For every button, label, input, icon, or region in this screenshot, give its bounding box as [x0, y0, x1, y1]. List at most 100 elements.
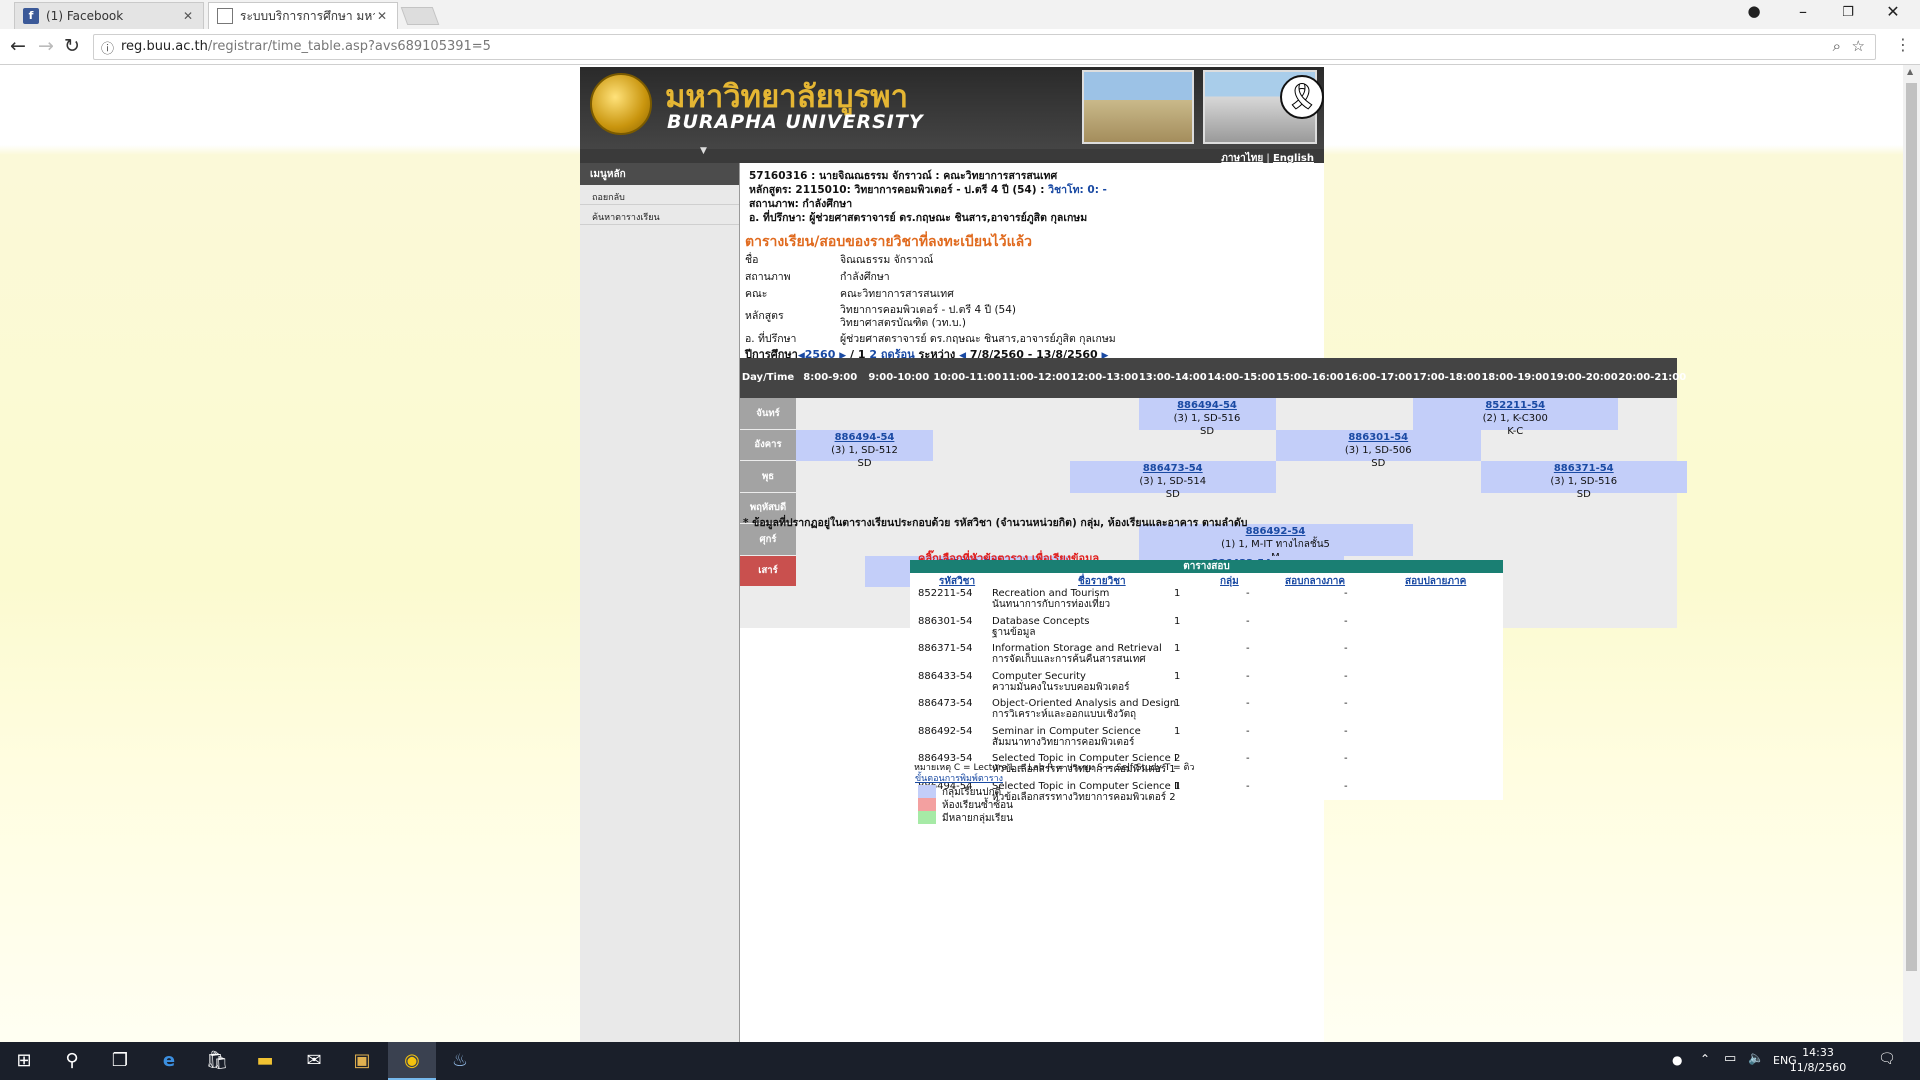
exam-course-code: 886301-54	[918, 615, 973, 627]
exam-final: -	[1344, 698, 1348, 709]
page-viewport: มหาวิทยาลัยบูรพา BURAPHA UNIVERSITY 🎗 ▼ …	[0, 65, 1903, 1042]
course-code-link[interactable]: 886473-54	[1070, 462, 1276, 475]
task-view-icon[interactable]: ❐	[96, 1042, 144, 1080]
volume-icon[interactable]: 🔈	[1748, 1051, 1764, 1066]
exam-midterm: -	[1246, 588, 1250, 599]
course-code-link[interactable]: 886371-54	[1481, 462, 1687, 475]
reload-icon[interactable]: ↻	[64, 35, 80, 57]
close-window-button[interactable]: ✕	[1873, 2, 1913, 21]
tab-title: (1) Facebook	[46, 9, 124, 23]
detail-value: คณะวิทยาการสารสนเทศ	[840, 288, 954, 300]
exam-group: 1	[1174, 643, 1181, 654]
windows-start-icon[interactable]: ⊞	[0, 1042, 48, 1080]
exam-course-name-th: การวิเคราะห์และออกแบบเชิงวัตถุ	[992, 709, 1137, 720]
class-section-room: (1) 1, M-IT ทางไกลชั้น5	[1221, 539, 1330, 550]
menu-item-back[interactable]: ถอยกลับ	[580, 185, 739, 205]
exam-group: 1	[1174, 615, 1181, 627]
exam-table-title: ตารางสอบ	[910, 560, 1503, 573]
menu-header: เมนูหลัก	[580, 163, 739, 185]
course-code-link[interactable]: 886494-54	[796, 431, 933, 444]
clock-time: 14:33	[1802, 1046, 1834, 1059]
info-icon[interactable]: ⓘ	[101, 38, 114, 57]
legend: หมายเหตุ C = Lecture L = Lab R = ประชุม …	[910, 760, 1210, 830]
minimize-button[interactable]: –	[1783, 2, 1823, 21]
exam-course-name-th: ความมั่นคงในระบบคอมพิวเตอร์	[992, 681, 1130, 693]
display-icon[interactable]: ▭	[1724, 1051, 1736, 1066]
time-slot-header: 17:00-18:00	[1412, 372, 1481, 383]
close-icon[interactable]: ✕	[181, 9, 195, 23]
time-slot-header: 9:00-10:00	[868, 372, 930, 383]
class-building: SD	[1371, 457, 1386, 469]
chrome-icon[interactable]: ◉	[388, 1042, 436, 1080]
class-building: SD	[1576, 489, 1591, 500]
banner-english-name: BURAPHA UNIVERSITY	[667, 111, 924, 133]
exam-final: -	[1344, 670, 1348, 682]
close-icon[interactable]: ✕	[375, 9, 389, 23]
zoom-icon[interactable]: ⌕	[1833, 37, 1841, 55]
exam-final: -	[1344, 588, 1348, 599]
store-icon[interactable]: 🛍	[193, 1042, 241, 1080]
exam-course-code: 886492-54	[918, 725, 973, 737]
tray-chevron-icon[interactable]: ⌃	[1700, 1052, 1710, 1066]
scroll-up-icon[interactable]: ▲	[1907, 67, 1913, 76]
network-icon[interactable]: ●	[1672, 1053, 1682, 1067]
bookmark-star-icon[interactable]: ☆	[1852, 37, 1865, 55]
dropdown-arrow-icon[interactable]: ▼	[700, 146, 707, 156]
legend-label: มีหลายกลุ่มเรียน	[942, 813, 1014, 824]
url-text[interactable]: reg.buu.ac.th/registrar/time_table.asp?a…	[121, 39, 491, 54]
tab-title: ระบบบริการการศึกษา มหาวิ	[240, 8, 375, 23]
main-menu: เมนูหลัก ถอยกลับ ค้นหาตารางเรียน	[580, 163, 740, 1042]
notification-icon[interactable]: 🗨	[1878, 1051, 1896, 1067]
legend-swatch	[918, 798, 936, 811]
menu-item-search-timetable[interactable]: ค้นหาตารางเรียน	[580, 205, 739, 225]
exam-course-name-th: ฐานข้อมูล	[992, 626, 1036, 638]
search-icon[interactable]: ⚲	[48, 1042, 96, 1080]
exam-midterm: -	[1246, 615, 1250, 627]
vertical-scrollbar[interactable]: ▲	[1903, 65, 1920, 1042]
tab-registrar[interactable]: ระบบบริการการศึกษา มหาวิ ✕	[208, 2, 398, 29]
edge-icon[interactable]: e	[145, 1042, 193, 1080]
exam-course-code: 886371-54	[918, 643, 973, 654]
forward-icon[interactable]: →	[38, 35, 54, 57]
exam-midterm: -	[1246, 780, 1250, 792]
class-building: SD	[857, 457, 872, 469]
minor-text: วิชาโท: 0: -	[1048, 184, 1107, 196]
class-block: 886494-54 (3) 1, SD-512 SD	[796, 429, 933, 469]
exam-final: -	[1344, 643, 1348, 654]
exam-group: 1	[1174, 698, 1181, 709]
time-slot-header: 8:00-9:00	[803, 372, 858, 383]
course-code-link[interactable]: 886494-54	[1139, 399, 1276, 412]
steam-icon[interactable]: ♨	[436, 1042, 484, 1080]
legend-swatch	[918, 785, 936, 798]
class-block: 852211-54 (2) 1, K-C300 K-C	[1412, 398, 1619, 437]
scrollbar-thumb[interactable]	[1906, 83, 1917, 971]
time-slot-header: 12:00-13:00	[1070, 372, 1139, 383]
menu-icon[interactable]: ⋮	[1895, 35, 1911, 54]
mourning-ribbon-icon: 🎗	[1280, 75, 1324, 119]
page-title: ตารางเรียน/สอบของรายวิชาที่ลงทะเบียนไว้แ…	[745, 234, 1033, 250]
exam-row: 886433-54 Computer Security 1- - ความมั่นคงใ…	[910, 670, 1503, 697]
exam-midterm: -	[1246, 698, 1250, 709]
mail-icon[interactable]: ✉	[290, 1042, 338, 1080]
tab-facebook[interactable]: f (1) Facebook ✕	[14, 2, 204, 29]
app-icon[interactable]: ▣	[338, 1042, 386, 1080]
course-code-link[interactable]: 852211-54	[1413, 399, 1619, 412]
back-icon[interactable]: ←	[10, 35, 26, 57]
print-steps-link[interactable]: ขั้นตอนการพิมพ์ตาราง	[915, 771, 1003, 785]
tab-strip: f (1) Facebook ✕ ระบบบริการการศึกษา มหาว…	[0, 0, 1920, 29]
taskbar-clock[interactable]: 14:33 11/8/2560	[1788, 1045, 1848, 1075]
new-tab-button[interactable]	[400, 7, 440, 25]
course-code-link[interactable]: 886301-54	[1276, 431, 1482, 444]
exam-row: 886473-54 Object-Oriented Analysis and De…	[910, 697, 1503, 724]
class-section-room: (2) 1, K-C300	[1482, 413, 1548, 424]
class-block: 886473-54 (3) 1, SD-514 SD	[1070, 461, 1276, 500]
clock-date: 11/8/2560	[1789, 1061, 1847, 1074]
profile-icon[interactable]: ●	[1734, 2, 1774, 20]
address-bar[interactable]: ⓘ reg.buu.ac.th/registrar/time_table.asp…	[93, 34, 1876, 60]
file-explorer-icon[interactable]: ▬	[241, 1042, 289, 1080]
exam-course-code: 852211-54	[918, 588, 973, 599]
restore-button[interactable]: ❐	[1828, 5, 1868, 20]
exam-midterm: -	[1246, 670, 1250, 682]
time-slot-header: 20:00-21:00	[1618, 372, 1687, 383]
detail-value-degree: วิทยาศาสตรบัณฑิต (วท.บ.)	[840, 317, 966, 329]
